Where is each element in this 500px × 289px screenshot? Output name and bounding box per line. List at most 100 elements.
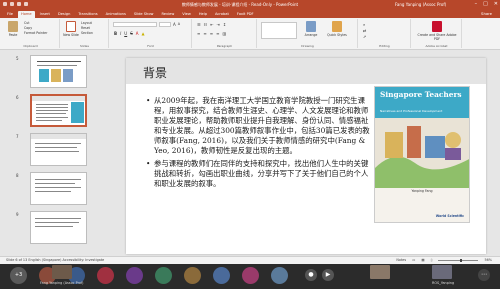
participant-avatar[interactable]	[97, 267, 114, 284]
thumbnail-item[interactable]: 8	[0, 172, 96, 209]
font-size-select[interactable]	[159, 22, 171, 27]
align-center-icon[interactable]: ≡	[203, 31, 206, 36]
underline-icon[interactable]: U	[124, 31, 127, 36]
tab-animations[interactable]: Animations	[103, 11, 129, 18]
bold-icon[interactable]: B	[114, 31, 117, 36]
create-pdf-button[interactable]: Create and Share Adobe PDF	[414, 21, 460, 41]
arrange-icon	[306, 21, 316, 32]
notes-button[interactable]: Notes	[396, 257, 406, 264]
status-right: Notes ▭ ▦ ▯ 56%	[396, 257, 492, 264]
signed-in-user[interactable]: Fang Yanping (Assoc Prof)	[395, 0, 446, 9]
close-icon[interactable]: ✕	[494, 0, 498, 9]
current-slide[interactable]: 背景 从2009年起，我在南洋理工大学国立教育学院教授一门研究生课程，用叙事探究…	[126, 58, 486, 254]
select-icon[interactable]: ➚	[363, 34, 366, 39]
new-slide-button[interactable]: New Slide	[63, 21, 79, 37]
tab-review[interactable]: Review	[158, 11, 177, 18]
window-controls: – □ ✕	[475, 0, 498, 9]
reading-view-icon[interactable]: ▯	[431, 257, 433, 264]
italic-icon[interactable]: I	[120, 31, 121, 36]
thumbnail-item[interactable]: 9	[0, 211, 96, 248]
save-icon[interactable]	[3, 2, 7, 6]
present-icon[interactable]	[24, 2, 28, 6]
arrange-button[interactable]: Arrange	[300, 21, 322, 37]
tab-acrobat[interactable]: Acrobat	[212, 11, 232, 18]
tab-slide-show[interactable]: Slide Show	[131, 11, 157, 18]
thumbnail-preview[interactable]	[30, 133, 87, 166]
normal-view-icon[interactable]: ▭	[412, 257, 415, 264]
minimize-icon[interactable]: –	[475, 0, 478, 9]
font-color-icon[interactable]: A	[136, 31, 139, 36]
shrink-font-icon[interactable]: A	[178, 22, 180, 27]
paragraph-group: ☰ ☷ ⇤ ⇥ ↕ ≡ ≡ ≡ ≡ ▥ Paragraph	[193, 19, 257, 48]
participant-overflow[interactable]: +3	[10, 267, 27, 284]
participant-video[interactable]	[52, 265, 72, 279]
microphone-icon[interactable]: ●	[305, 269, 317, 281]
tab-help[interactable]: Help	[196, 11, 210, 18]
slide-title[interactable]: 背景	[143, 64, 167, 81]
find-icon[interactable]: ⌕	[363, 22, 366, 27]
numbering-icon[interactable]: ☷	[204, 22, 208, 27]
line-spacing-icon[interactable]: ↕	[223, 22, 226, 27]
font-group: A A B I U S A ▲ Font	[110, 19, 192, 48]
zoom-slider[interactable]	[438, 259, 479, 262]
slide-thumbnails-pane: 5 6 7 8 9	[0, 51, 96, 256]
tab-file[interactable]: File	[4, 11, 16, 18]
tab-transitions[interactable]: Transitions	[75, 11, 100, 18]
quick-styles-button[interactable]: Quick Styles	[324, 21, 350, 37]
participant-avatar[interactable]	[155, 267, 172, 284]
participant-avatar[interactable]	[213, 267, 230, 284]
format-painter-button[interactable]: Format Painter	[24, 31, 47, 36]
bullet-paragraph: 参与课程的教师们在同伴的支持和探究中，找出他们人生中的关键挑战和转折，勾画出职业…	[146, 159, 371, 189]
columns-icon[interactable]: ▥	[222, 31, 226, 36]
thumbnail-item[interactable]: 5	[0, 55, 96, 92]
drawing-group: Arrange Quick Styles Drawing	[258, 19, 358, 48]
redo-icon[interactable]	[17, 2, 21, 6]
undo-icon[interactable]	[10, 2, 14, 6]
tab-view[interactable]: View	[179, 11, 194, 18]
paste-button[interactable]: Paste	[5, 21, 21, 37]
bullet-paragraph: 从2009年起，我在南洋理工大学国立教育学院教授一门研究生课程，用叙事探究，结合…	[146, 96, 371, 156]
tab-home[interactable]: Home	[18, 11, 35, 18]
participant-video[interactable]	[432, 265, 452, 279]
slides-small-buttons: Layout Reset Section	[81, 21, 93, 36]
book-publisher: World Scientific	[435, 214, 464, 218]
participant-avatar[interactable]	[242, 267, 259, 284]
zoom-slider-thumb[interactable]	[460, 259, 463, 262]
section-button[interactable]: Section	[81, 31, 93, 36]
thumbnail-preview[interactable]	[30, 211, 87, 244]
align-left-icon[interactable]: ≡	[197, 31, 200, 36]
tab-foxit-pdf[interactable]: Foxit PDF	[234, 11, 257, 18]
participant-avatar[interactable]	[184, 267, 201, 284]
share-button[interactable]: Share	[481, 10, 492, 17]
decrease-indent-icon[interactable]: ⇤	[210, 22, 213, 27]
camera-icon[interactable]: ▶	[322, 269, 334, 281]
zoom-level[interactable]: 56%	[484, 257, 492, 264]
window-title: 教师情感与教师发展 - 培训-课程介绍 - Read-Only - PowerP…	[181, 2, 299, 7]
align-right-icon[interactable]: ≡	[210, 31, 213, 36]
thumbnail-preview[interactable]	[30, 55, 87, 88]
tab-design[interactable]: Design	[55, 11, 73, 18]
thumbnail-preview[interactable]	[30, 94, 87, 127]
book-cover-image[interactable]: Singapore Teachers Narratives and Profes…	[374, 86, 470, 223]
strikethrough-icon[interactable]: S	[130, 31, 133, 36]
thumbnail-item[interactable]: 7	[0, 133, 96, 170]
more-options-icon[interactable]: ⋯	[478, 269, 490, 281]
thumbnail-preview[interactable]	[30, 172, 87, 205]
grow-font-icon[interactable]: A	[173, 22, 176, 27]
increase-indent-icon[interactable]: ⇥	[217, 22, 220, 27]
maximize-icon[interactable]: □	[483, 0, 488, 9]
shapes-gallery[interactable]	[261, 22, 297, 39]
thumbnail-item-selected[interactable]: 6	[0, 94, 96, 131]
slide-body-text[interactable]: 从2009年起，我在南洋理工大学国立教育学院教授一门研究生课程，用叙事探究，结合…	[146, 96, 371, 192]
highlight-icon[interactable]: ▲	[141, 31, 144, 36]
create-pdf-label: Create and Share Adobe PDF	[417, 33, 457, 41]
justify-icon[interactable]: ≡	[216, 31, 219, 36]
bullets-icon[interactable]: ☰	[197, 22, 201, 27]
tab-insert[interactable]: Insert	[37, 11, 53, 18]
participant-avatar[interactable]	[126, 267, 143, 284]
slide-sorter-icon[interactable]: ▦	[421, 257, 424, 264]
participant-video[interactable]	[370, 265, 390, 279]
replace-icon[interactable]: ⇄	[363, 28, 366, 33]
font-name-select[interactable]	[113, 22, 157, 27]
participant-avatar[interactable]	[271, 267, 288, 284]
